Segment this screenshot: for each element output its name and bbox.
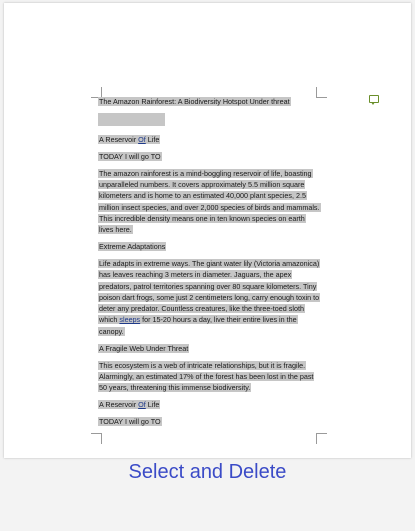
today-line-2[interactable]: TODAY I will go TO bbox=[98, 416, 320, 427]
paragraph-reservoir[interactable]: The amazon rainforest is a mind-boggling… bbox=[98, 168, 321, 236]
document-body[interactable]: The Amazon Rainforest: A Biodiversity Ho… bbox=[98, 96, 321, 433]
comment-icon[interactable] bbox=[369, 95, 379, 105]
heading-reservoir-of-life[interactable]: A Reservoir Of Life bbox=[98, 134, 320, 145]
heading-fragile-web[interactable]: A Fragile Web Under Threat bbox=[98, 343, 320, 354]
document-canvas: The Amazon Rainforest: A Biodiversity Ho… bbox=[0, 0, 415, 531]
link-of-2[interactable]: Of bbox=[138, 400, 146, 409]
today-line[interactable]: TODAY I will go TO bbox=[98, 151, 320, 162]
link-of[interactable]: Of bbox=[138, 135, 146, 144]
heading-reservoir-of-life-2[interactable]: A Reservoir Of Life bbox=[98, 399, 320, 410]
instruction-caption: Select and Delete bbox=[128, 461, 287, 483]
margin-corner-bottom-left bbox=[91, 433, 102, 444]
link-sleeps[interactable]: sleeps bbox=[119, 315, 140, 324]
empty-selected-paragraph[interactable] bbox=[98, 112, 165, 126]
margin-corner-bottom-right bbox=[316, 433, 327, 444]
paragraph-fragile[interactable]: This ecosystem is a web of intricate rel… bbox=[98, 360, 320, 394]
heading-extreme-adaptations[interactable]: Extreme Adaptations bbox=[98, 241, 320, 252]
document-title[interactable]: The Amazon Rainforest: A Biodiversity Ho… bbox=[98, 96, 320, 107]
paragraph-adaptations[interactable]: Life adapts in extreme ways. The giant w… bbox=[98, 258, 321, 337]
